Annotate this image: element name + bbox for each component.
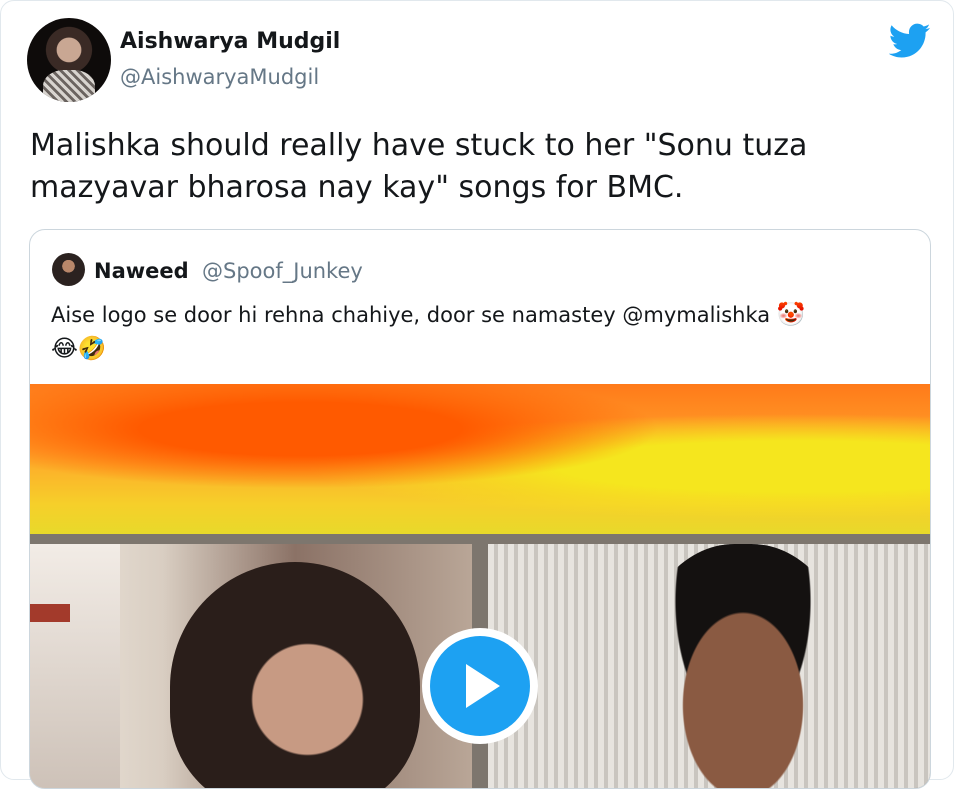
quoted-author-name: Naweed bbox=[94, 259, 189, 283]
quoted-author-handle: @Spoof_Junkey bbox=[202, 259, 363, 283]
video-right-panel bbox=[488, 544, 930, 788]
video-wall bbox=[30, 544, 120, 788]
joy-emoji: 😂 bbox=[51, 336, 78, 362]
rofl-emoji: 🤣 bbox=[77, 336, 107, 362]
play-icon bbox=[466, 664, 500, 708]
author-avatar[interactable] bbox=[27, 18, 111, 102]
play-button-inner bbox=[430, 636, 530, 736]
video-left-panel bbox=[30, 544, 472, 788]
quoted-tweet[interactable]: Naweed @Spoof_Junkey Aise logo se door h… bbox=[29, 229, 931, 789]
quoted-author-avatar[interactable] bbox=[52, 253, 85, 286]
video-red-stripe bbox=[30, 604, 70, 622]
clown-emoji: 🤡 bbox=[776, 302, 806, 328]
video-man-figure bbox=[638, 544, 848, 788]
quoted-tweet-text: Aise logo se door hi rehna chahiye, door… bbox=[51, 298, 911, 366]
video-banner bbox=[30, 384, 930, 534]
tweet-text: Malishka should really have stuck to her… bbox=[30, 128, 808, 205]
video-woman-figure bbox=[170, 562, 420, 788]
avatar-shirt bbox=[43, 70, 95, 102]
tweet-card: Aishwarya Mudgil @AishwaryaMudgil Malish… bbox=[0, 0, 954, 789]
author-name[interactable]: Aishwarya Mudgil bbox=[120, 29, 340, 54]
twitter-bird-icon[interactable] bbox=[889, 23, 931, 59]
quoted-tweet-body: Aise logo se door hi rehna chahiye, door… bbox=[51, 303, 771, 327]
play-button[interactable] bbox=[422, 628, 538, 744]
author-handle[interactable]: @AishwaryaMudgil bbox=[120, 65, 319, 89]
video-player[interactable] bbox=[30, 384, 930, 788]
